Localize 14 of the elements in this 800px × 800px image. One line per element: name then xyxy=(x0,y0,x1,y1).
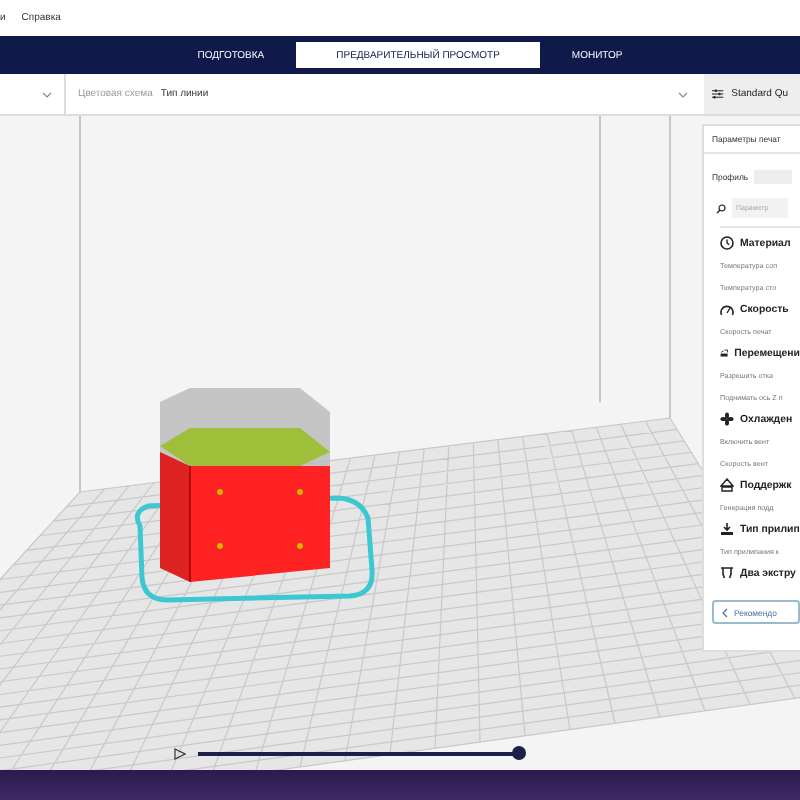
extruders-icon xyxy=(720,566,734,580)
play-icon[interactable] xyxy=(174,747,186,759)
chevron-down-icon xyxy=(42,91,52,97)
gauge-icon xyxy=(720,303,734,315)
clock-icon xyxy=(720,236,734,250)
search-icon xyxy=(716,203,726,213)
fan-icon xyxy=(720,412,734,426)
support-icon xyxy=(720,478,734,492)
chevron-down-icon xyxy=(678,91,688,97)
adhesion-icon xyxy=(720,522,734,536)
travel-icon xyxy=(720,346,729,360)
sliders-icon xyxy=(712,86,724,102)
chevron-left-icon xyxy=(722,607,728,617)
slider-thumb[interactable] xyxy=(511,746,525,760)
